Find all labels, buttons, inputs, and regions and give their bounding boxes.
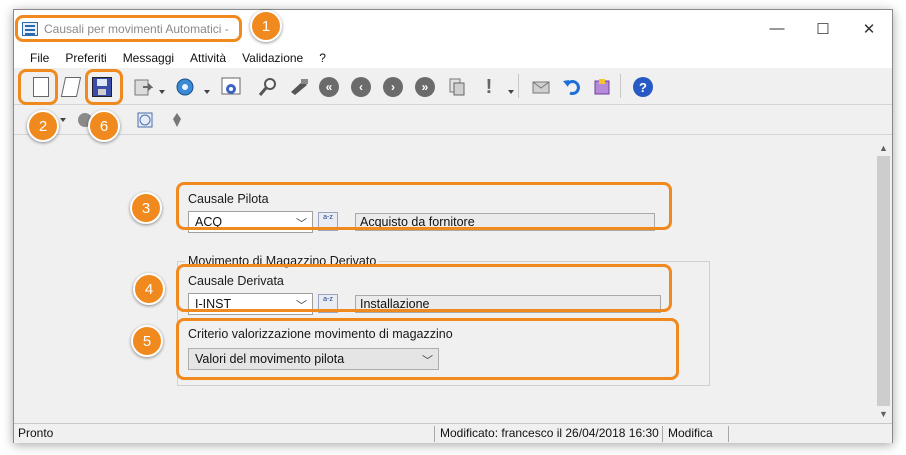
scroll-up-icon[interactable]: ▲	[875, 140, 892, 156]
edit-document-button[interactable]	[58, 74, 84, 100]
edit-document-icon	[60, 77, 82, 97]
info-button[interactable]	[589, 74, 615, 100]
main-toolbar: « ‹ › » ! ?	[14, 68, 892, 105]
callout-badge-1: 1	[250, 10, 282, 42]
view-button[interactable]	[172, 74, 198, 100]
close-button[interactable]: ✕	[846, 10, 892, 47]
previous-record-icon: ‹	[351, 77, 371, 97]
main-window: Causali per movimenti Automatici - — ☐ ✕…	[13, 9, 893, 443]
callout-badge-4: 4	[133, 273, 165, 305]
toolbar-separator	[620, 74, 621, 98]
status-modified: Modificato: francesco il 26/04/2018 16:3…	[440, 426, 659, 440]
last-record-button[interactable]: »	[412, 74, 438, 100]
tools-button[interactable]	[286, 74, 312, 100]
menu-file[interactable]: File	[22, 51, 57, 65]
callout-badge-5: 5	[131, 325, 163, 357]
status-divider	[662, 426, 663, 442]
highlight-window-title	[15, 15, 242, 42]
warning-icon: !	[485, 75, 493, 98]
tool-c-icon	[173, 113, 181, 127]
menu-attivita[interactable]: Attività	[182, 51, 234, 65]
undo-icon	[563, 80, 580, 95]
status-divider	[434, 426, 435, 442]
highlight-save-button	[85, 69, 123, 105]
highlight-criterio	[176, 318, 679, 380]
minimize-button[interactable]: —	[754, 10, 800, 47]
export-button[interactable]	[130, 74, 156, 100]
info-icon	[594, 79, 610, 95]
status-mode: Modifica	[668, 426, 713, 440]
first-record-icon: «	[319, 77, 339, 97]
menu-messaggi[interactable]: Messaggi	[115, 51, 182, 65]
highlight-new-button	[18, 69, 58, 105]
undo-button[interactable]	[559, 74, 585, 100]
last-record-icon: »	[415, 77, 435, 97]
menu-help[interactable]: ?	[311, 51, 334, 65]
tool-b-icon	[137, 112, 153, 128]
copy-button[interactable]	[444, 74, 470, 100]
first-record-button[interactable]: «	[316, 74, 342, 100]
status-divider	[728, 426, 729, 442]
callout-badge-2: 2	[27, 110, 59, 142]
view-dropdown-arrow[interactable]	[204, 90, 210, 94]
highlight-causale-pilota	[176, 182, 672, 230]
highlight-causale-derivata	[176, 264, 672, 312]
search-icon	[258, 78, 276, 96]
scroll-down-icon[interactable]: ▼	[875, 406, 892, 422]
status-state: Pronto	[18, 426, 54, 440]
tool-button-b[interactable]	[132, 107, 158, 133]
maximize-button[interactable]: ☐	[800, 10, 846, 47]
help-button[interactable]: ?	[630, 74, 656, 100]
status-bar: Pronto Modificato: francesco il 26/04/20…	[14, 423, 892, 443]
copy-icon	[449, 78, 465, 96]
mail-button[interactable]	[528, 74, 554, 100]
next-record-icon: ›	[383, 77, 403, 97]
mail-icon	[532, 81, 550, 94]
menu-bar: File Preferiti Messaggi Attività Validaz…	[14, 47, 892, 68]
next-record-button[interactable]: ›	[380, 74, 406, 100]
scroll-thumb[interactable]	[877, 156, 890, 406]
dropdown-arrow[interactable]	[60, 118, 66, 122]
export-dropdown-arrow[interactable]	[159, 90, 165, 94]
secondary-toolbar	[14, 105, 892, 135]
previous-record-button[interactable]: ‹	[348, 74, 374, 100]
help-icon: ?	[633, 77, 653, 97]
callout-badge-6: 6	[88, 110, 120, 142]
menu-preferiti[interactable]: Preferiti	[57, 51, 114, 65]
tool-button-c[interactable]	[164, 107, 190, 133]
report-icon	[221, 77, 241, 95]
warning-button[interactable]: !	[476, 74, 502, 100]
report-button[interactable]	[219, 74, 245, 100]
menu-validazione[interactable]: Validazione	[234, 51, 311, 65]
export-icon	[134, 79, 153, 96]
search-button[interactable]	[255, 74, 281, 100]
view-icon	[176, 78, 194, 96]
vertical-scrollbar[interactable]: ▲ ▼	[875, 140, 892, 422]
warning-dropdown-arrow[interactable]	[508, 90, 514, 94]
callout-badge-3: 3	[130, 192, 162, 224]
tools-icon	[291, 79, 308, 95]
toolbar-separator	[518, 74, 519, 98]
